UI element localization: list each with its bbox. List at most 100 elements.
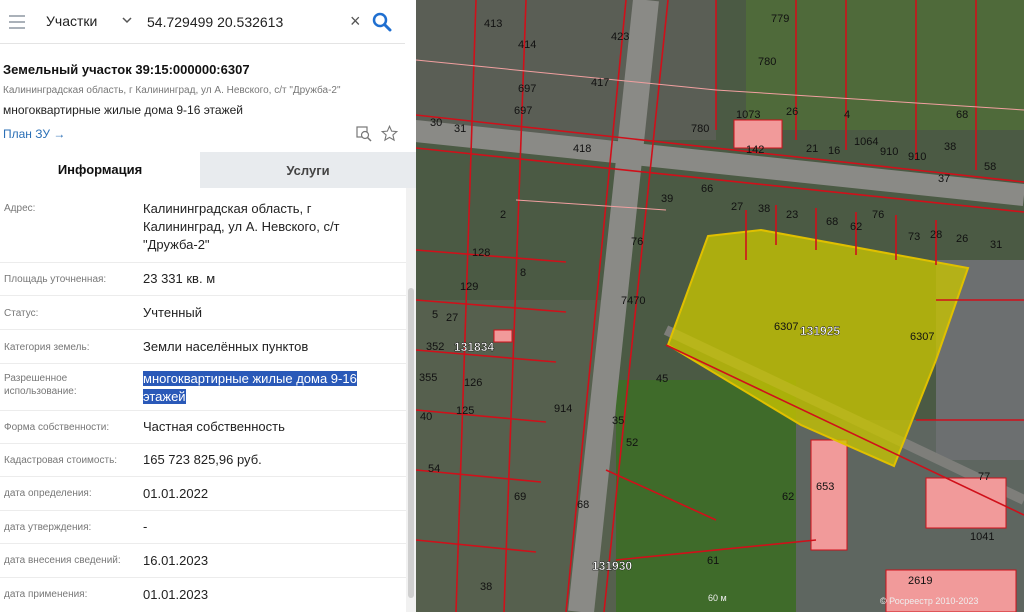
parcel-label: 30 — [430, 117, 442, 129]
parcel-label: 352 — [426, 341, 444, 353]
info-table: Адрес: Калининградская область, г Калини… — [0, 188, 406, 612]
info-row-approval-date: дата утверждения: - — [0, 511, 406, 544]
parcel-label-block: 131930 — [592, 559, 632, 573]
tab-services[interactable]: Услуги — [200, 152, 416, 188]
parcel-label: 52 — [626, 437, 638, 449]
parcel-label: 58 — [984, 161, 996, 173]
parcel-label: 914 — [554, 403, 572, 415]
parcel-label: 26 — [956, 233, 968, 245]
map-scale: 60 м — [708, 593, 727, 603]
parcel-label: 418 — [573, 143, 591, 155]
info-value: 165 723 825,96 руб. — [143, 452, 262, 467]
parcel-label: 129 — [460, 281, 478, 293]
parcel-label: 7470 — [621, 295, 645, 307]
parcel-label: 142 — [746, 144, 764, 156]
info-label: Статус: — [4, 308, 39, 319]
parcel-label: 73 — [908, 231, 920, 243]
parcel-label: 355 — [419, 372, 437, 384]
parcel-label-block: 131834 — [454, 340, 494, 354]
info-label: Категория земель: — [4, 342, 90, 353]
parcel-label: 779 — [771, 13, 789, 25]
parcel-label: 68 — [826, 216, 838, 228]
menu-icon[interactable] — [9, 15, 25, 29]
parcel-label: 38 — [758, 203, 770, 215]
star-icon[interactable] — [381, 125, 398, 142]
info-label: Площадь уточненная: — [4, 274, 107, 285]
parcel-label: 77 — [978, 471, 990, 483]
parcel-label: 38 — [944, 141, 956, 153]
parcel-label: 76 — [872, 209, 884, 221]
info-label: Разрешенное использование: — [4, 373, 77, 397]
parcel-label: 31 — [990, 239, 1002, 251]
info-row-address: Адрес: Калининградская область, г Калини… — [0, 188, 406, 263]
parcel-label: 780 — [758, 56, 776, 68]
parcel-label: 6307 — [774, 321, 798, 333]
zoom-to-icon[interactable] — [356, 126, 372, 142]
info-row-determination-date: дата определения: 01.01.2022 — [0, 477, 406, 511]
parcel-label: 8 — [520, 267, 526, 279]
parcel-label: 31 — [454, 123, 466, 135]
parcel-label: 910 — [908, 151, 926, 163]
map-attribution: © Росреестр 2010-2023 — [880, 596, 979, 606]
parcel-label: 780 — [691, 123, 709, 135]
info-value[interactable]: многоквартирные жилые дома 9-16 этажей — [143, 370, 388, 406]
map-canvas[interactable]: 413 414 423 779 697 417 780 697 30 31 41… — [416, 0, 1024, 612]
tab-information[interactable]: Информация — [0, 152, 200, 188]
parcel-label: 1073 — [736, 109, 760, 121]
parcel-label: 417 — [591, 77, 609, 89]
tabs: Информация Услуги — [0, 152, 416, 188]
parcel-label-main: 131925 — [800, 324, 840, 338]
parcel-label: 68 — [577, 499, 589, 511]
parcel-label: 414 — [518, 39, 536, 51]
parcel-label: 423 — [611, 31, 629, 43]
scrollbar-thumb[interactable] — [408, 288, 414, 598]
info-value: 01.01.2022 — [143, 486, 209, 501]
chevron-down-icon[interactable] — [122, 15, 132, 25]
parcel-label: 653 — [816, 481, 834, 493]
clear-icon[interactable]: × — [350, 12, 361, 30]
parcel-label: 26 — [786, 106, 798, 118]
parcel-label: 28 — [930, 229, 942, 241]
search-type-select[interactable]: Участки — [46, 13, 97, 29]
info-label: дата применения: — [4, 589, 88, 600]
parcel-label: 413 — [484, 18, 502, 30]
search-input[interactable] — [147, 11, 347, 33]
info-row-ownership: Форма собственности: Частная собственнос… — [0, 411, 406, 444]
info-value: Калининградская область, г Калининград, … — [143, 201, 340, 252]
info-panel: Участки × Земельный участок 39:15:000000… — [0, 0, 416, 612]
parcel-label: 40 — [420, 411, 432, 423]
parcel-label: 697 — [514, 105, 532, 117]
plot-use: многоквартирные жилые дома 9-16 этажей — [3, 103, 243, 117]
map-view[interactable]: 413 414 423 779 697 417 780 697 30 31 41… — [416, 0, 1024, 612]
info-label: дата определения: — [4, 488, 92, 499]
info-label: дата внесения сведений: — [4, 555, 121, 566]
parcel-label: 1041 — [970, 531, 994, 543]
parcel-label: 125 — [456, 405, 474, 417]
plan-link[interactable]: План ЗУ → — [3, 127, 65, 141]
parcel-label: 62 — [850, 221, 862, 233]
info-value: Земли населённых пунктов — [143, 339, 309, 354]
parcel-label: 126 — [464, 377, 482, 389]
info-value: Учтенный — [143, 305, 203, 320]
info-row-area: Площадь уточненная: 23 331 кв. м — [0, 263, 406, 296]
parcel-label: 61 — [707, 555, 719, 567]
info-row-permitted-use: Разрешенное использование: многоквартирн… — [0, 364, 406, 411]
parcel-label: 66 — [701, 183, 713, 195]
scrollbar[interactable] — [406, 188, 416, 612]
info-row-cadastral-cost: Кадастровая стоимость: 165 723 825,96 ру… — [0, 444, 406, 477]
parcel-label: 54 — [428, 463, 440, 475]
info-row-status: Статус: Учтенный — [0, 296, 406, 330]
parcel-label: 6307 — [910, 331, 934, 343]
parcel-label: 910 — [880, 146, 898, 158]
parcel-label: 45 — [656, 373, 668, 385]
selected-text[interactable]: многоквартирные жилые дома 9-16 этажей — [143, 371, 357, 404]
info-label: Адрес: — [4, 203, 36, 214]
search-icon[interactable] — [372, 12, 392, 32]
parcel-label: 16 — [828, 145, 840, 157]
info-value: Частная собственность — [143, 419, 285, 434]
parcel-label: 23 — [786, 209, 798, 221]
parcel-label: 1064 — [854, 136, 878, 148]
parcel-label: 697 — [518, 83, 536, 95]
info-row-application-date: дата применения: 01.01.2023 — [0, 578, 406, 612]
parcel-label: 62 — [782, 491, 794, 503]
